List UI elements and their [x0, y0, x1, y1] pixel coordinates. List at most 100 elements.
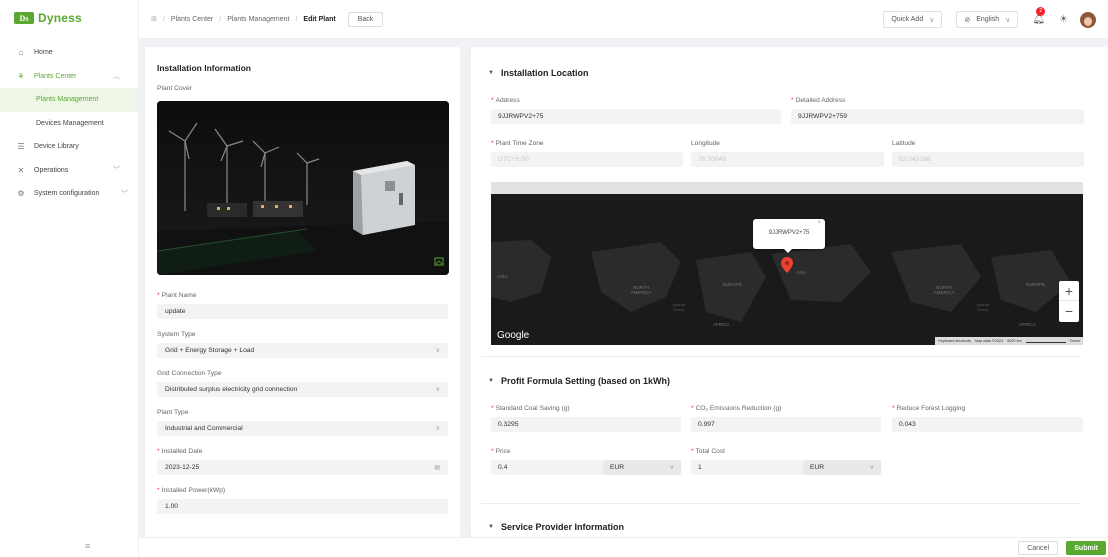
sidebar-item-plants-center[interactable]: ⚘ Plants Center ︿: [0, 65, 138, 89]
forest-logging-input[interactable]: 0.043: [892, 417, 1083, 432]
required-mark: *: [491, 405, 494, 412]
sidebar-item-device-library[interactable]: ☰ Device Library: [0, 135, 138, 159]
coal-saving-group: * Standard Coal Saving (g) 0.3295: [491, 405, 681, 432]
installed-date-picker[interactable]: 2023-12-25 ▤: [157, 460, 448, 475]
address-group: * Address 9JJRWPV2+75: [491, 97, 781, 124]
sidebar-item-label: Operations: [34, 166, 69, 174]
installation-info-panel: Installation Information Plant Cover * P…: [145, 47, 460, 537]
zoom-in-button[interactable]: +: [1059, 281, 1079, 301]
quick-add-dropdown[interactable]: Quick Add ∨: [883, 11, 943, 28]
caret-down-icon: ▼: [488, 524, 494, 530]
close-icon[interactable]: ×: [817, 220, 821, 226]
label-text: Total Cost: [695, 448, 725, 455]
chevron-down-icon: ﹀: [121, 190, 128, 198]
zoom-out-button[interactable]: −: [1059, 301, 1079, 321]
latitude-input: 62.043168: [892, 152, 1084, 167]
plant-cover-image[interactable]: [157, 101, 449, 275]
language-label: English: [976, 16, 1000, 23]
theme-toggle-sun-icon[interactable]: ☀: [1059, 14, 1068, 25]
required-mark: *: [157, 487, 160, 494]
installed-power-input[interactable]: 1.00: [157, 499, 448, 514]
brand-logo[interactable]: Ds Dyness: [0, 0, 138, 36]
chevron-down-icon: ∨: [435, 348, 440, 354]
map-label: NORTH AMERICA: [630, 285, 652, 295]
chevron-down-icon: ∨: [669, 465, 674, 471]
system-type-group: System Type Grid + Energy Storage + Load…: [157, 331, 448, 358]
back-button[interactable]: Back: [347, 11, 384, 27]
breadcrumb-separator: /: [295, 15, 298, 23]
installed-power-group: * Installed Power(kWp) 1.00: [157, 487, 448, 514]
date-value: 2023-12-25: [165, 464, 200, 471]
coal-saving-label: * Standard Coal Saving (g): [491, 405, 681, 412]
caret-down-icon: ▼: [488, 378, 494, 384]
required-mark: *: [157, 448, 160, 455]
required-mark: *: [691, 405, 694, 412]
system-type-select[interactable]: Grid + Energy Storage + Load ∨: [157, 343, 448, 358]
terms-link[interactable]: Terms: [1070, 339, 1080, 343]
sidebar-item-devices-management[interactable]: Devices Management: [0, 112, 138, 136]
avatar[interactable]: [1080, 11, 1096, 28]
forest-logging-group: * Reduce Forest Logging 0.043: [892, 405, 1083, 432]
language-dropdown[interactable]: ⊘ English ∨: [956, 11, 1019, 28]
breadcrumb-separator: /: [219, 15, 222, 23]
timezone-input: UTC+5:00: [491, 152, 683, 167]
plant-name-label: * Plant Name: [157, 292, 448, 299]
keyboard-shortcuts-link[interactable]: Keyboard shortcuts: [938, 339, 971, 343]
map-label: Atlantic Ocean: [672, 302, 686, 312]
required-mark: *: [491, 448, 494, 455]
select-value: EUR: [610, 464, 625, 471]
longitude-group: Longitude 76.70049: [691, 140, 884, 167]
breadcrumb-plants-management[interactable]: Plants Management: [227, 16, 289, 23]
chevron-down-icon: ﹀: [113, 167, 120, 175]
section-title: Service Provider Information: [500, 522, 624, 532]
latitude-label: Latitude: [892, 140, 916, 147]
breadcrumb-plants-center[interactable]: Plants Center: [171, 16, 213, 23]
plant-type-select[interactable]: Industrial and Commercial ∨: [157, 421, 448, 436]
map-info-popup: × 9JJRWPV2+75: [753, 219, 825, 253]
detailed-address-input[interactable]: 9JJRWPV2+759: [791, 109, 1084, 124]
divider: [481, 503, 1080, 504]
detailed-address-label: * Detailed Address: [791, 97, 1084, 104]
longitude-input: 76.70049: [691, 152, 884, 167]
total-cost-input[interactable]: 1: [691, 460, 803, 475]
installed-power-label: * Installed Power(kWp): [157, 487, 448, 494]
chevron-down-icon: ∨: [929, 16, 935, 24]
sidebar-item-system-configuration[interactable]: ⚙ System configuration ﹀: [0, 182, 138, 206]
cancel-button[interactable]: Cancel: [1018, 541, 1058, 555]
location-section-header[interactable]: ▼ Installation Location: [488, 68, 588, 78]
total-cost-currency-select[interactable]: EUR ∨: [803, 460, 881, 475]
sidebar-item-label: Device Library: [34, 143, 79, 151]
apps-icon[interactable]: ⊞: [151, 15, 157, 23]
co2-reduction-label: * CO₂ Emissions Reduction (g): [691, 405, 881, 412]
submit-button[interactable]: Submit: [1066, 541, 1106, 555]
grid-connection-select[interactable]: Distributed surplus electricity grid con…: [157, 382, 448, 397]
grid-connection-group: Grid Connection Type Distributed surplus…: [157, 370, 448, 397]
service-section-header[interactable]: ▼ Service Provider Information: [488, 522, 624, 532]
sidebar-item-home[interactable]: ⌂ Home: [0, 41, 138, 65]
label-text: Address: [495, 97, 520, 104]
required-mark: *: [491, 97, 494, 104]
price-currency-select[interactable]: EUR ∨: [603, 460, 681, 475]
coal-saving-input[interactable]: 0.3295: [491, 417, 681, 432]
co2-reduction-input[interactable]: 0.997: [691, 417, 881, 432]
latitude-group: Latitude 62.043168: [892, 140, 1084, 167]
plant-name-input[interactable]: update: [157, 304, 448, 319]
required-mark: *: [892, 405, 895, 412]
brand-name: Dyness: [38, 11, 82, 25]
sidebar-item-label: Devices Management: [36, 119, 104, 127]
sidebar-item-operations[interactable]: ✕ Operations ﹀: [0, 159, 138, 183]
address-input[interactable]: 9JJRWPV2+75: [491, 109, 781, 124]
price-input[interactable]: 0.4: [491, 460, 603, 475]
header-actions: Quick Add ∨ ⊘ English ∨ 🔔︎ 2 ☀: [883, 0, 1108, 39]
label-text: Detailed Address: [795, 97, 846, 104]
breadcrumb-separator: /: [162, 15, 165, 23]
plant-type-label: Plant Type: [157, 409, 189, 416]
location-map[interactable]: ASIA NORTH AMERICA EUROPE ASIA Atlantic …: [491, 182, 1083, 345]
collapse-menu-icon[interactable]: ≡: [85, 541, 90, 551]
map-label: AFRICA: [1019, 322, 1036, 327]
sidebar-item-plants-management[interactable]: Plants Management: [0, 88, 138, 112]
address-label: * Address: [491, 97, 781, 104]
map-pin-icon[interactable]: [781, 257, 793, 273]
notification-bell[interactable]: 🔔︎ 2: [1032, 7, 1046, 25]
profit-section-header[interactable]: ▼ Profit Formula Setting (based on 1kWh): [488, 376, 670, 386]
